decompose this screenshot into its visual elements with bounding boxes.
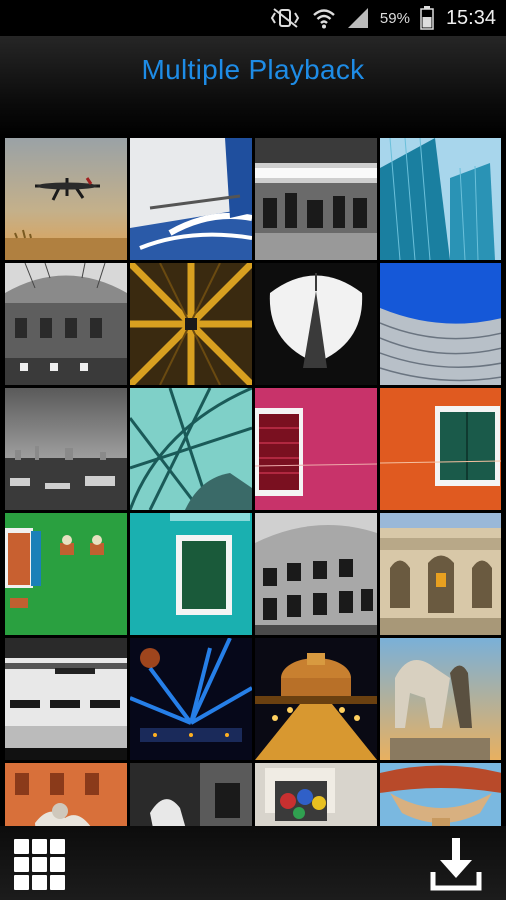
photo-thumbnail[interactable]: [5, 763, 127, 826]
photo-thumbnail[interactable]: [255, 513, 377, 635]
photo-grid: [5, 138, 501, 826]
photo-thumbnail[interactable]: [130, 638, 252, 760]
photo-thumbnail[interactable]: [380, 763, 501, 826]
photo-thumbnail[interactable]: [130, 763, 252, 826]
photo-thumbnail[interactable]: [380, 263, 501, 385]
photo-thumbnail[interactable]: [255, 638, 377, 760]
photo-thumbnail[interactable]: [255, 138, 377, 260]
app-bar: Multiple Playback: [0, 36, 506, 136]
photo-thumbnail[interactable]: [130, 388, 252, 510]
grid-view-icon[interactable]: [14, 839, 66, 891]
bottom-bar: [0, 826, 506, 900]
mute-vibrate-icon: [270, 7, 302, 29]
status-bar: 59% 15:34: [0, 0, 506, 36]
photo-thumbnail[interactable]: [380, 638, 501, 760]
photo-thumbnail[interactable]: [5, 263, 127, 385]
photo-thumbnail[interactable]: [380, 388, 501, 510]
download-icon[interactable]: [430, 838, 482, 892]
photo-thumbnail[interactable]: [255, 263, 377, 385]
signal-icon: [346, 7, 370, 29]
photo-thumbnail[interactable]: [255, 763, 377, 826]
page-title: Multiple Playback: [141, 54, 365, 85]
photo-thumbnail[interactable]: [5, 513, 127, 635]
battery-percent: 59%: [379, 9, 410, 27]
clock: 15:34: [445, 6, 496, 29]
photo-thumbnail[interactable]: [5, 388, 127, 510]
battery-icon: [420, 6, 434, 30]
photo-thumbnail[interactable]: [130, 138, 252, 260]
photo-thumbnail[interactable]: [255, 388, 377, 510]
wifi-icon: [312, 7, 336, 29]
photo-thumbnail[interactable]: [5, 638, 127, 760]
photo-thumbnail[interactable]: [130, 513, 252, 635]
photo-thumbnail[interactable]: [380, 513, 501, 635]
photo-thumbnail[interactable]: [380, 138, 501, 260]
photo-thumbnail[interactable]: [130, 263, 252, 385]
photo-thumbnail[interactable]: [5, 138, 127, 260]
